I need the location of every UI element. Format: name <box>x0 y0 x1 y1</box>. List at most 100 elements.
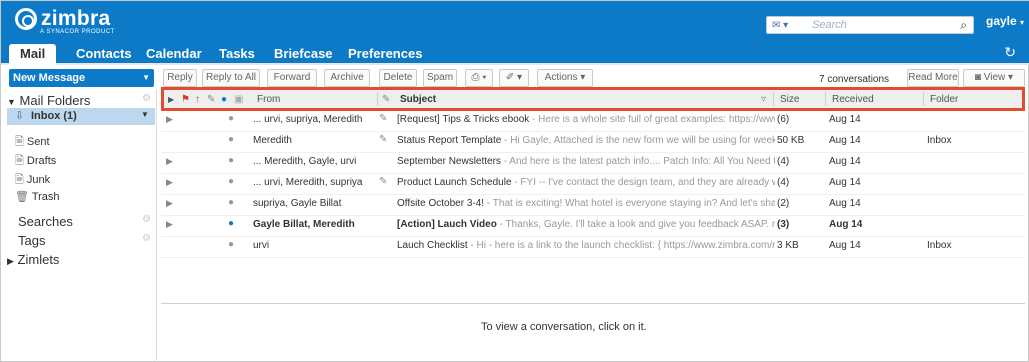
read-more-button[interactable]: Read More <box>907 69 959 87</box>
column-received[interactable]: Received <box>832 94 874 105</box>
reply-button[interactable]: Reply <box>163 69 197 87</box>
chevron-down-icon[interactable]: ▼ <box>142 69 150 87</box>
column-divider[interactable] <box>773 92 774 106</box>
row-size: 3 KB <box>777 240 799 251</box>
read-status-icon[interactable]: ● <box>228 176 234 187</box>
actions-button[interactable]: Actions ▾ <box>537 69 593 87</box>
tab-preferences[interactable]: Preferences <box>348 44 422 65</box>
priority-icon[interactable]: ↑ <box>195 94 200 105</box>
column-from[interactable]: From <box>257 94 280 105</box>
attachment-icon: ✎ <box>379 134 388 145</box>
zimbra-logo[interactable]: zimbra A SYNACOR PRODUCT <box>15 7 115 35</box>
search-type-dropdown[interactable]: ✉ ▾ <box>772 20 788 31</box>
view-button[interactable]: ◙ View ▾ <box>963 69 1025 87</box>
expand-icon[interactable]: ▶ <box>166 219 173 230</box>
table-row[interactable]: ● Meredith ✎ Status Report Template - Hi Ga… <box>161 132 1025 153</box>
sort-icon[interactable]: ▿ <box>761 94 766 105</box>
new-message-label: New Message <box>13 72 86 84</box>
new-message-button[interactable]: New Message ▼ <box>9 69 154 87</box>
sidebar-item-drafts[interactable]: 🗎 Drafts <box>15 152 56 171</box>
tag-column-icon[interactable]: ▣ <box>234 94 243 105</box>
read-status-icon[interactable]: ● <box>228 155 234 166</box>
chevron-right-icon: ▶ <box>7 256 14 266</box>
expand-all-icon[interactable]: ▶ <box>168 95 174 104</box>
tags-header[interactable]: Tags <box>18 233 45 248</box>
attachment-icon[interactable]: ✎ <box>207 94 215 105</box>
read-status-icon[interactable]: ● <box>228 218 234 229</box>
search-input[interactable]: ✉ ▾ Search ⌕ <box>766 16 974 34</box>
tab-calendar[interactable]: Calendar <box>146 44 202 65</box>
table-row[interactable]: ▶ ● ... urvi, supriya, Meredith ✎ [Request] … <box>161 111 1025 132</box>
row-folder: Inbox <box>927 135 952 146</box>
flag-icon[interactable]: ⚑ <box>181 94 190 105</box>
mail-toolbar: Reply Reply to All Forward Archive Delet… <box>161 67 1029 89</box>
zimlets-header[interactable]: ▶ Zimlets <box>7 252 59 267</box>
column-size[interactable]: Size <box>780 94 799 105</box>
trash-icon: 🗑 <box>15 191 29 203</box>
column-divider[interactable] <box>923 92 924 106</box>
row-subject: [Action] Lauch Video - Thanks, Gayle. I'… <box>397 219 775 230</box>
row-received: Aug 14 <box>829 156 861 167</box>
searches-header[interactable]: Searches <box>18 214 73 229</box>
read-status-icon[interactable]: ● <box>228 134 234 145</box>
tab-contacts[interactable]: Contacts <box>76 44 132 65</box>
sidebar-item-inbox[interactable]: ⇩ Inbox (1) ▼ <box>7 108 155 125</box>
delete-button[interactable]: Delete <box>379 69 417 87</box>
view-label: View <box>983 72 1006 83</box>
unread-dot-icon[interactable]: ● <box>221 94 227 105</box>
inbox-label: Inbox (1) <box>31 110 77 122</box>
read-status-icon[interactable]: ● <box>228 239 234 250</box>
table-row[interactable]: ● urvi Lauch Checklist - Hi - here is a li… <box>161 237 1025 258</box>
print-button[interactable]: ⎙ ▾ <box>465 69 493 87</box>
archive-button[interactable]: Archive <box>324 69 370 87</box>
row-subject: September Newsletters - And here is the … <box>397 156 775 167</box>
row-fragment: - Thanks, Gayle. I'll take a look and gi… <box>496 219 775 230</box>
column-folder[interactable]: Folder <box>930 94 958 105</box>
mail-folders-header[interactable]: ▼ Mail Folders <box>7 93 90 108</box>
pane-divider[interactable] <box>161 303 1025 309</box>
table-row[interactable]: ▶ ● supriya, Gayle Billat Offsite October 3… <box>161 195 1025 216</box>
chevron-down-icon[interactable]: ▼ <box>141 110 149 119</box>
expand-icon[interactable]: ▶ <box>166 114 173 125</box>
expand-icon[interactable]: ▶ <box>166 156 173 167</box>
tag-button[interactable]: ✐ ▾ <box>499 69 529 87</box>
sidebar-item-junk[interactable]: 🗎 Junk <box>15 171 50 190</box>
expand-icon[interactable]: ▶ <box>166 198 173 209</box>
reply-all-button[interactable]: Reply to All <box>202 69 260 87</box>
refresh-icon[interactable]: ↻ <box>1004 44 1016 61</box>
user-menu[interactable]: gayle ▾ <box>986 14 1024 28</box>
row-subject-text: [Request] Tips & Tricks ebook <box>397 114 530 125</box>
sidebar-item-sent[interactable]: 🗎 Sent <box>15 133 50 152</box>
column-divider[interactable] <box>825 92 826 106</box>
read-status-icon[interactable]: ● <box>228 197 234 208</box>
chevron-down-icon: ▼ <box>7 97 16 107</box>
row-from: urvi <box>253 240 270 251</box>
gear-icon[interactable]: ⚙ <box>142 93 151 104</box>
forward-button[interactable]: Forward <box>267 69 317 87</box>
row-received: Aug 14 <box>829 240 861 251</box>
sent-label: Sent <box>26 136 50 148</box>
row-from: ... Meredith, Gayle, urvi <box>253 156 357 167</box>
app-tabs: Mail Contacts Calendar Tasks Briefcase P… <box>1 41 1029 65</box>
search-icon[interactable]: ⌕ <box>960 18 967 33</box>
expand-icon[interactable]: ▶ <box>166 177 173 188</box>
tab-tasks[interactable]: Tasks <box>219 44 255 65</box>
column-divider[interactable] <box>377 92 378 106</box>
tab-briefcase[interactable]: Briefcase <box>274 44 333 65</box>
read-status-icon[interactable]: ● <box>228 113 234 124</box>
gear-icon[interactable]: ⚙ <box>142 233 151 244</box>
spam-button[interactable]: Spam <box>423 69 457 87</box>
table-row[interactable]: ▶ ● ... urvi, Meredith, supriya ✎ Product La… <box>161 174 1025 195</box>
gear-icon[interactable]: ⚙ <box>142 214 151 225</box>
sidebar-item-trash[interactable]: 🗑 Trash <box>15 190 60 203</box>
row-subject-text: September Newsletters <box>397 156 501 167</box>
junk-label: Junk <box>26 174 51 186</box>
column-subject[interactable]: Subject <box>400 94 436 105</box>
row-subject-text: Offsite October 3-4! <box>397 198 485 209</box>
row-fragment: - And here is the latest patch info.... … <box>500 156 775 167</box>
row-fragment: - That is exciting! What hotel is everyo… <box>484 198 775 209</box>
table-row[interactable]: ▶ ● Gayle Billat, Meredith [Action] Lauch V… <box>161 216 1025 237</box>
tab-mail[interactable]: Mail <box>9 44 57 65</box>
table-row[interactable]: ▶ ● ... Meredith, Gayle, urvi September New… <box>161 153 1025 174</box>
row-subject-text: Lauch Checklist <box>397 240 468 251</box>
